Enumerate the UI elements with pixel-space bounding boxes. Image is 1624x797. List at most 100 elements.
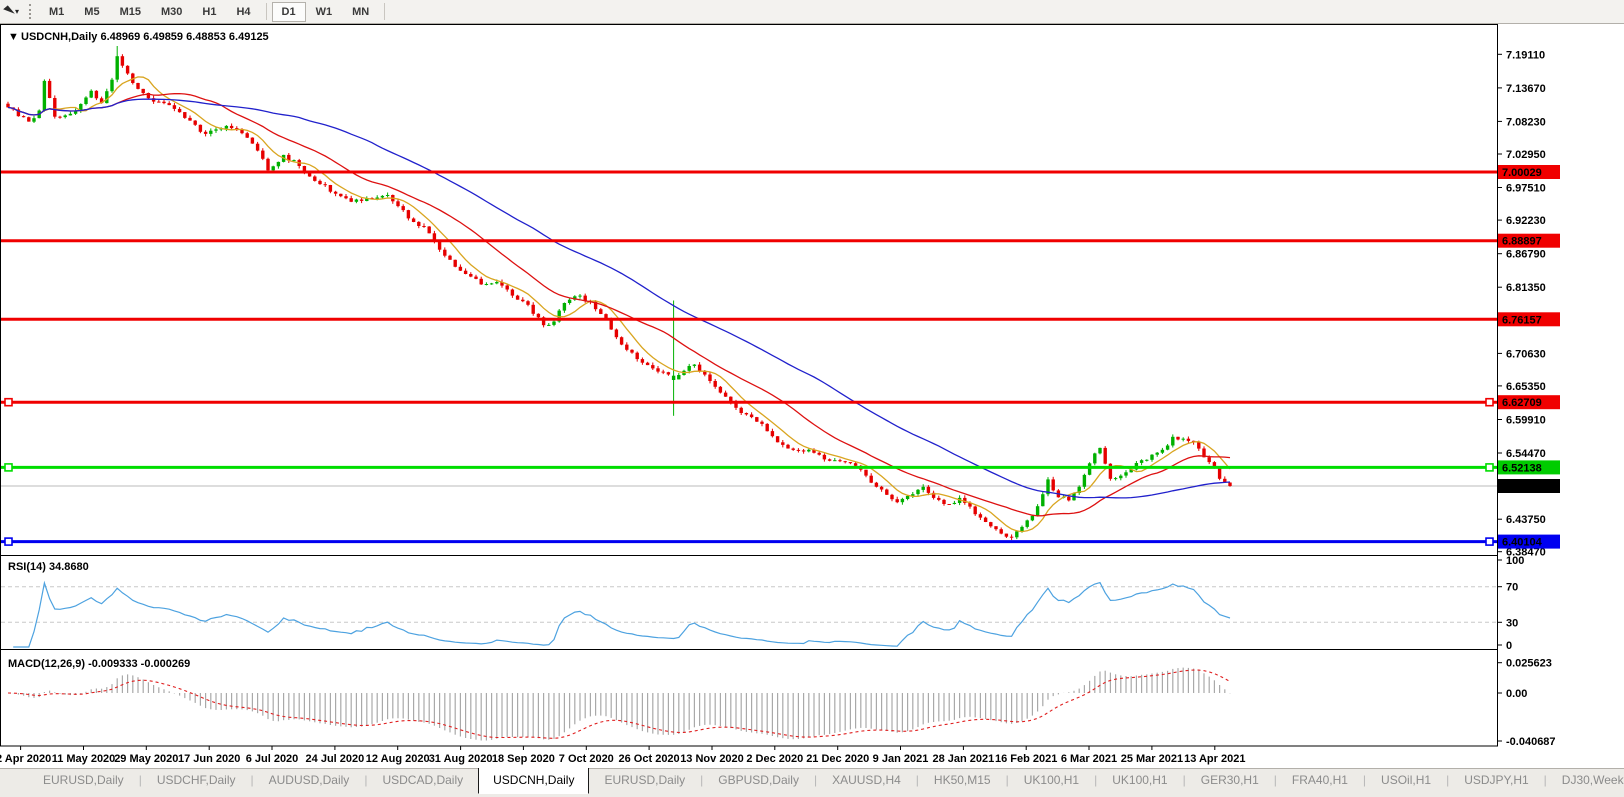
tab-usdchf-daily[interactable]: USDCHF,Daily — [142, 769, 251, 792]
candle-body — [256, 144, 259, 151]
candle-body — [448, 256, 451, 260]
date-label: 17 Jun 2020 — [178, 753, 240, 765]
price-tick-label: 6.70630 — [1506, 348, 1546, 360]
timeframe-button-d1[interactable]: D1 — [272, 2, 306, 22]
candle-body — [901, 499, 904, 502]
chart-window[interactable]: 7.191107.136707.082307.029506.975106.922… — [0, 24, 1624, 768]
tab-usdjpy-h1[interactable]: USDJPY,H1 — [1449, 769, 1543, 792]
timeframe-button-m5[interactable]: M5 — [74, 2, 109, 22]
candle-body — [240, 130, 243, 133]
candle-body — [48, 81, 51, 98]
candle-body — [53, 98, 56, 117]
tab-eurusd-daily[interactable]: EURUSD,Daily — [28, 769, 139, 792]
tab-uk100-h1[interactable]: UK100,H1 — [1009, 769, 1094, 792]
timeframe-group: M1M5M15M30H1H4 D1W1MN — [39, 0, 390, 23]
candle-body — [724, 393, 727, 397]
tab-dj30-weekly[interactable]: DJ30,Weekly — [1547, 769, 1624, 792]
candle-body — [116, 56, 119, 79]
line-handle[interactable] — [5, 399, 12, 406]
candle-body — [84, 98, 87, 105]
candle-body — [532, 305, 535, 314]
candle-body — [1088, 463, 1091, 475]
candle-body — [974, 507, 977, 515]
date-label: 18 Sep 2020 — [492, 753, 555, 765]
chart-title: USDCNH,Daily 6.48969 6.49859 6.48853 6.4… — [21, 31, 269, 43]
toolbar-grip[interactable] — [29, 4, 31, 19]
line-handle[interactable] — [1486, 399, 1493, 406]
tab-fra40-h1[interactable]: FRA40,H1 — [1277, 769, 1363, 792]
macd-tick-label: 0.025623 — [1506, 658, 1552, 670]
candle-body — [719, 387, 722, 393]
candle-body — [625, 345, 628, 350]
tab-usdcad-daily[interactable]: USDCAD,Daily — [367, 769, 478, 792]
candle-body — [1176, 437, 1179, 440]
candle-body — [750, 415, 753, 418]
candle-body — [1150, 455, 1153, 460]
candle-body — [230, 126, 233, 128]
tab-ger30-h1[interactable]: GER30,H1 — [1186, 769, 1274, 792]
rsi-tick-label: 100 — [1506, 555, 1524, 567]
line-handle[interactable] — [5, 538, 12, 545]
timeframe-button-mn[interactable]: MN — [342, 2, 379, 22]
tab-eurusd-daily[interactable]: EURUSD,Daily — [589, 769, 700, 792]
candle-body — [1041, 494, 1044, 506]
candle-body — [823, 455, 826, 460]
candle-body — [1083, 475, 1086, 487]
candle-body — [318, 181, 321, 184]
tab-usdcnh-daily[interactable]: USDCNH,Daily — [478, 767, 589, 794]
candle-body — [755, 417, 758, 422]
candle-body — [708, 375, 711, 382]
timeframe-button-w1[interactable]: W1 — [306, 2, 343, 22]
tab-uk100-h1[interactable]: UK100,H1 — [1097, 769, 1182, 792]
timeframe-button-m15[interactable]: M15 — [110, 2, 151, 22]
candle-body — [407, 210, 410, 218]
candle-body — [246, 133, 249, 138]
candle-body — [942, 500, 945, 504]
candle-body — [454, 260, 457, 267]
candle-body — [110, 80, 113, 92]
date-label: 6 Jul 2020 — [246, 753, 299, 765]
chart-title-marker[interactable]: ▼ — [8, 31, 19, 43]
tab-xauusd-h4[interactable]: XAUUSD,H4 — [817, 769, 916, 792]
candle-body — [412, 219, 415, 223]
candle-body — [838, 460, 841, 461]
tab-audusd-daily[interactable]: AUDUSD,Daily — [254, 769, 365, 792]
line-handle[interactable] — [5, 464, 12, 471]
price-tag-label: 6.49125 — [1502, 481, 1542, 493]
candle-body — [994, 526, 997, 529]
chart-canvas[interactable]: 7.191107.136707.082307.029506.975106.922… — [0, 24, 1624, 768]
candle-body — [1020, 527, 1023, 532]
price-tag-label: 7.00029 — [1502, 167, 1542, 179]
price-tick-label: 6.43750 — [1506, 514, 1546, 526]
candle-body — [984, 518, 987, 522]
timeframe-button-m30[interactable]: M30 — [151, 2, 192, 22]
tab-usoil-h1[interactable]: USOil,H1 — [1366, 769, 1446, 792]
timeframe-button-h4[interactable]: H4 — [226, 2, 260, 22]
cursor-tool-button[interactable]: ▾ — [2, 4, 23, 19]
line-handle[interactable] — [1486, 538, 1493, 545]
candle-body — [350, 198, 353, 202]
candle-body — [485, 284, 488, 285]
tab-gbpusd-daily[interactable]: GBPUSD,Daily — [703, 769, 814, 792]
candle-body — [636, 353, 639, 359]
date-label: 22 Apr 2020 — [0, 753, 51, 765]
rsi-tick-label: 30 — [1506, 617, 1518, 629]
candle-body — [1156, 453, 1159, 455]
line-handle[interactable] — [1486, 464, 1493, 471]
timeframe-button-h1[interactable]: H1 — [192, 2, 226, 22]
candle-body — [1031, 516, 1034, 521]
candle-body — [188, 118, 191, 121]
candle-body — [1052, 479, 1055, 490]
candle-body — [422, 226, 425, 227]
macd-tick-label: 0.00 — [1506, 688, 1527, 700]
candle-body — [417, 222, 420, 226]
candle-body — [474, 277, 477, 279]
candle-body — [875, 483, 878, 487]
candle-body — [1010, 537, 1013, 538]
candle-body — [563, 303, 566, 311]
candle-body — [1098, 448, 1101, 454]
timeframe-button-m1[interactable]: M1 — [39, 2, 74, 22]
candle-body — [334, 192, 337, 194]
tab-hk50-m15[interactable]: HK50,M15 — [919, 769, 1006, 792]
candle-body — [506, 286, 509, 290]
